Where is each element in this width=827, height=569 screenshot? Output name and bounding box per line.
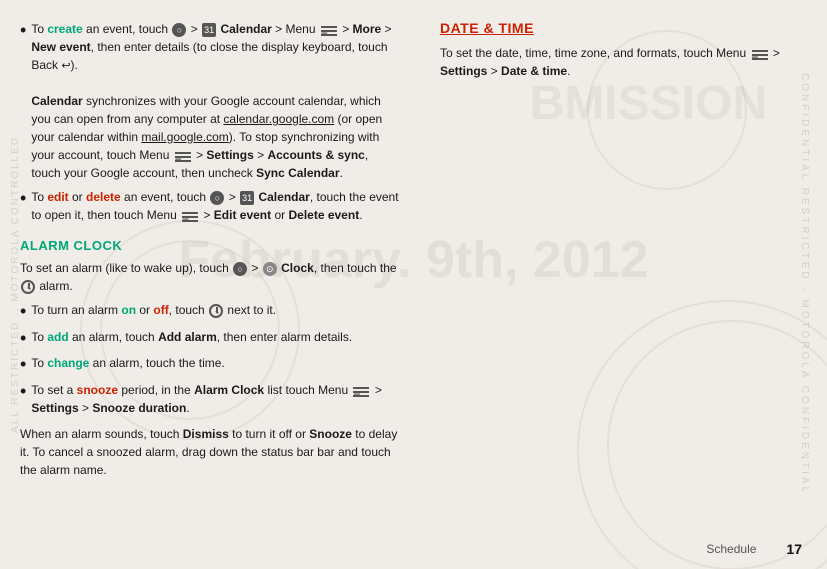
- alarm-bullet-2: • To add an alarm, touch Add alarm, then…: [20, 328, 400, 350]
- bullet-symbol-5: •: [20, 354, 26, 376]
- main-content: • To create an event, touch ○ > 31 Calen…: [0, 0, 827, 569]
- alarm-bullet-3: • To change an alarm, touch the time.: [20, 354, 400, 376]
- schedule-label: Schedule: [706, 542, 756, 556]
- change-label: change: [47, 356, 89, 370]
- page-number: 17: [786, 541, 802, 557]
- on-label: on: [121, 303, 136, 317]
- alarm-clock-icon: [21, 280, 35, 294]
- bullet-symbol-6: •: [20, 381, 26, 417]
- new-event-label: New event: [31, 40, 90, 54]
- menu-icon-5: ≡: [752, 48, 768, 60]
- page-container: BMISSION February. 9th, 2012 CONFIDENTIA…: [0, 0, 827, 569]
- menu-icon-1: ≡: [321, 24, 337, 36]
- snooze-duration-label: Snooze duration: [92, 401, 186, 415]
- date-time-body: To set the date, time, time zone, and fo…: [440, 44, 797, 80]
- calendar-bullet-2-content: To edit or delete an event, touch ○ > 31…: [31, 188, 400, 224]
- alarm-bullet-3-content: To change an alarm, touch the time.: [31, 354, 224, 376]
- bullet-symbol-1: •: [20, 20, 26, 182]
- calendar-bullet-1-content: To create an event, touch ○ > 31 Calenda…: [31, 20, 400, 182]
- alarm-toggle-icon: [209, 304, 223, 318]
- date-time-label: Date & time: [501, 64, 567, 78]
- calendar-icon-2: 31: [240, 191, 254, 205]
- bullet-symbol-2: •: [20, 188, 26, 224]
- settings-label-2: Settings: [440, 64, 487, 78]
- calendar-label-2: Calendar: [31, 94, 82, 108]
- more-label: More: [353, 22, 382, 36]
- calendar-icon: 31: [202, 23, 216, 37]
- alarm-bullet-1-content: To turn an alarm on or off, touch next t…: [31, 301, 276, 323]
- page-number-area: Schedule 17: [706, 541, 802, 557]
- alarm-clock-heading: ALARM CLOCK: [20, 238, 400, 253]
- right-column: DATE & TIME To set the date, time, time …: [420, 20, 797, 549]
- alarm-bullet-4: • To set a snooze period, in the Alarm C…: [20, 381, 400, 417]
- calendar-bullet-2: • To edit or delete an event, touch ○ > …: [20, 188, 400, 224]
- clock-label: Clock: [281, 261, 314, 275]
- date-time-heading: DATE & TIME: [440, 20, 797, 36]
- delete-link: delete: [86, 190, 121, 204]
- settings-label: Settings: [31, 401, 78, 415]
- edit-event-label: Edit event: [214, 208, 271, 222]
- home-icon: ○: [172, 23, 186, 37]
- menu-icon-3: ≡: [182, 210, 198, 222]
- snooze-label: snooze: [77, 383, 118, 397]
- bullet-symbol-4: •: [20, 328, 26, 350]
- calendar-bullet-1: • To create an event, touch ○ > 31 Calen…: [20, 20, 400, 182]
- delete-event-label: Delete event: [288, 208, 359, 222]
- menu-icon-4: ≡: [353, 385, 369, 397]
- menu-icon-2: ≡: [175, 150, 191, 162]
- calendar-google-link[interactable]: calendar.google.com: [223, 112, 334, 126]
- home-icon-3: ○: [233, 262, 247, 276]
- off-label: off: [153, 303, 168, 317]
- alarm-bullet-1: • To turn an alarm on or off, touch next…: [20, 301, 400, 323]
- calendar-label: Calendar: [220, 22, 271, 36]
- alarm-clock-section: ALARM CLOCK To set an alarm (like to wak…: [20, 238, 400, 479]
- mail-google-link[interactable]: mail.google.com: [141, 130, 228, 144]
- create-link: create: [47, 22, 82, 36]
- edit-link: edit: [47, 190, 68, 204]
- alarm-clock-intro: To set an alarm (like to wake up), touch…: [20, 259, 400, 295]
- clock-app-icon: ⊙: [263, 262, 277, 276]
- alarm-clock-list-label: Alarm Clock: [194, 383, 264, 397]
- bullet-symbol-3: •: [20, 301, 26, 323]
- home-icon-2: ○: [210, 191, 224, 205]
- add-alarm-label: Add alarm: [158, 330, 217, 344]
- dismiss-label: Dismiss: [183, 427, 229, 441]
- alarm-footer: When an alarm sounds, touch Dismiss to t…: [20, 425, 400, 479]
- back-icon-1: ↩: [61, 58, 70, 75]
- calendar-label-3: Calendar: [258, 190, 309, 204]
- left-column: • To create an event, touch ○ > 31 Calen…: [20, 20, 420, 549]
- alarm-bullet-2-content: To add an alarm, touch Add alarm, then e…: [31, 328, 352, 350]
- alarm-bullet-4-content: To set a snooze period, in the Alarm Clo…: [31, 381, 400, 417]
- add-label: add: [47, 330, 68, 344]
- snooze-btn-label: Snooze: [309, 427, 352, 441]
